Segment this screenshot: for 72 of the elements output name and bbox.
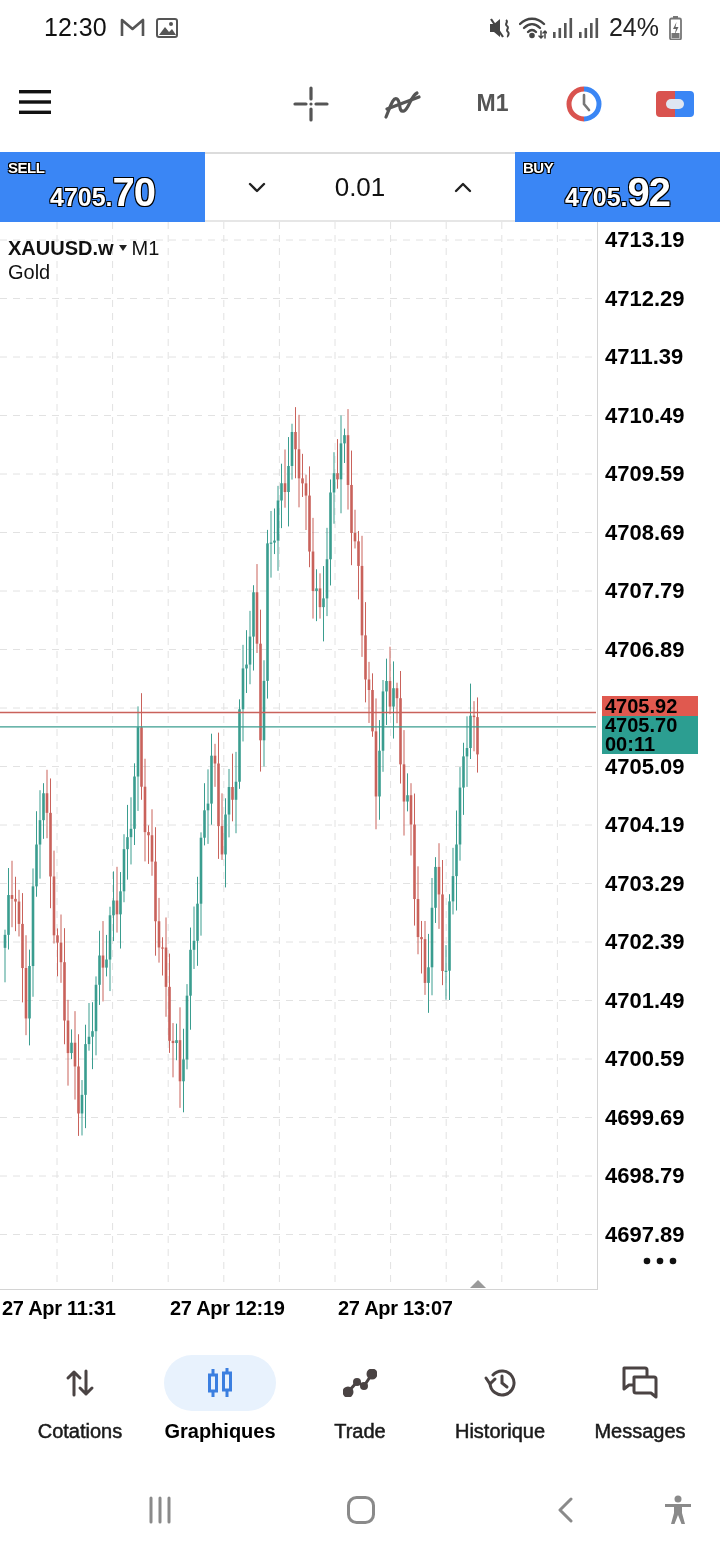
falling-candle (283, 449, 287, 509)
nav-tab[interactable]: Historique (444, 1355, 556, 1443)
nav-tab[interactable]: Trade (304, 1355, 416, 1443)
back-icon[interactable] (557, 1497, 573, 1523)
clock-icon[interactable] (564, 84, 603, 123)
falling-candle (336, 438, 339, 490)
rising-candle (175, 1023, 178, 1061)
nav-tab[interactable]: Messages (584, 1355, 696, 1443)
price-label: 4697.89 (605, 1222, 685, 1247)
volume-field[interactable]: 0.01 (334, 171, 386, 203)
symbol-name[interactable]: XAUUSD.w (8, 236, 114, 260)
falling-candle (231, 753, 234, 822)
price-label: 4706.89 (605, 637, 685, 662)
switch-icon[interactable] (655, 90, 694, 117)
recent-apps-icon[interactable] (149, 1496, 171, 1524)
nav-tab[interactable]: Graphiques (164, 1355, 276, 1443)
rising-candle (406, 772, 409, 812)
home-icon[interactable] (347, 1496, 375, 1524)
wifi-icon (518, 16, 547, 39)
falling-candle (388, 646, 392, 715)
price-label: 4701.49 (605, 988, 685, 1013)
price-label: 4710.49 (605, 403, 685, 428)
chevron-up-icon (454, 181, 472, 193)
price-label: 4705.09 (605, 754, 685, 779)
mute-icon (488, 16, 513, 39)
falling-candle (318, 572, 322, 620)
line-chart-icon (343, 1369, 377, 1397)
menu-icon (19, 90, 51, 114)
signal-icon (552, 17, 573, 38)
time-label: 27 Apr 13:07 (338, 1296, 453, 1320)
crosshair-icon[interactable] (292, 85, 329, 122)
price-label: 4702.39 (605, 930, 685, 954)
price-label: 4699.69 (605, 1105, 685, 1130)
price-label: 4711.39 (605, 345, 684, 369)
price-label: 4707.79 (605, 579, 685, 603)
falling-candle (115, 866, 119, 934)
mail-icon (119, 18, 145, 37)
chart-timeframe: M1 (131, 236, 160, 260)
price-label: 4709.59 (605, 462, 685, 486)
sell-button[interactable]: SELL 4705.70 (0, 152, 205, 222)
price-label: 4712.29 (605, 286, 685, 311)
price-label: 4700.59 (605, 1047, 685, 1071)
caret-icon[interactable] (118, 245, 127, 251)
accessibility-icon[interactable] (664, 1495, 692, 1525)
rising-candle (315, 568, 318, 622)
signal-icon (578, 17, 599, 38)
timeframe-button[interactable]: M1 (476, 90, 509, 117)
history-icon (483, 1367, 517, 1399)
price-label: 4708.69 (605, 520, 685, 545)
ask-price-tag: 4705.92 (602, 696, 698, 716)
time-label: 27 Apr 11:31 (2, 1296, 116, 1320)
price-label: 4703.29 (605, 871, 685, 896)
symbol-description: Gold (8, 260, 51, 284)
chat-bubbles-icon (620, 1365, 660, 1401)
menu-button[interactable] (19, 90, 51, 117)
candlestick-icon (205, 1367, 235, 1399)
bid-price-tag: 4705.70 00:11 (602, 716, 698, 754)
buy-button[interactable]: BUY 4705.92 (515, 152, 720, 222)
nav-tab[interactable]: Cotations (24, 1355, 136, 1443)
triangle-marker-icon[interactable] (470, 1280, 486, 1288)
status-time: 12:30 (44, 13, 107, 42)
price-label: 4704.19 (605, 813, 685, 837)
battery-icon (669, 15, 682, 40)
image-icon (155, 17, 178, 38)
chevron-down-icon (248, 181, 266, 193)
up-down-arrows-icon (65, 1368, 95, 1398)
battery-percentage: 24% (608, 13, 659, 42)
price-label: 4713.19 (605, 228, 685, 252)
more-icon[interactable] (643, 1257, 677, 1265)
rising-candle (70, 1028, 73, 1060)
time-label: 27 Apr 12:19 (170, 1296, 285, 1320)
price-label: 4698.79 (605, 1164, 685, 1188)
